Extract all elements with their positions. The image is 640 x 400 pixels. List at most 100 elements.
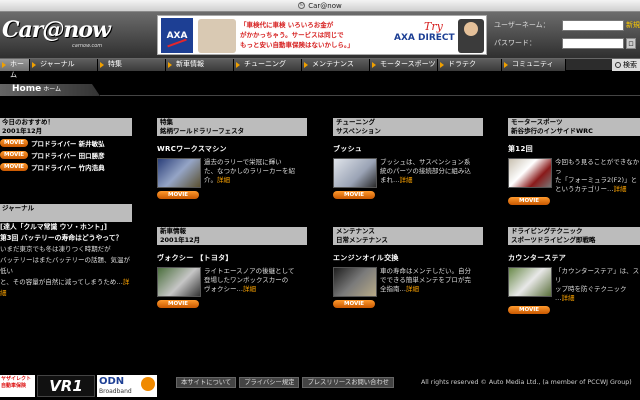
section-motorsports: モータースポーツ 新谷歩行のインサイドWRC 第12回 今回もう見ることができな… (508, 118, 640, 205)
summary-line: というカテゴリー…詳細 (555, 185, 640, 194)
section-newcars: 新車情報 2001年12月 ヴォクシー 【トヨタ】 ライトエースノアの後継として… (157, 227, 307, 308)
movie-button[interactable]: MOVIE (157, 300, 199, 308)
odn-swirl-icon (141, 377, 155, 391)
banner-line: 「車検代に車検 いろいろお金が (240, 21, 334, 29)
article-thumbnail[interactable] (157, 158, 201, 188)
article-title[interactable]: ブッシュ (333, 144, 483, 154)
movie-button[interactable]: MOVIE (157, 191, 199, 199)
tab-journal[interactable]: ジャーナル (30, 59, 98, 71)
detail-link[interactable]: 詳細 (614, 185, 627, 193)
site-header: Car@now carnow.com AXA 「車検代に車検 いろいろお金が が… (0, 12, 640, 58)
article-thumbnail[interactable] (508, 267, 552, 297)
detail-link[interactable]: 詳細 (243, 285, 256, 293)
journal-subtitle[interactable]: 第3回 バッテリーの寿命はどうやって？ (0, 233, 132, 244)
detail-link[interactable]: 詳細 (406, 285, 419, 293)
section-category: モータースポーツ (511, 118, 563, 126)
detail-link[interactable]: 詳細 (562, 294, 575, 302)
recommend-item[interactable]: MOVIE プロドライバー 新井敏弘 (0, 138, 132, 148)
summary-line: ヴォクシー…詳細 (204, 285, 294, 294)
window-title: Car@now (308, 1, 342, 10)
tab-maintenance[interactable]: メンテナンス (302, 59, 370, 71)
footer-link-press[interactable]: プレスリリースお問い合わせ (302, 377, 394, 388)
section-maintenance: メンテナンス 日常メンテナンス エンジンオイル交換 車の寿命はメンテしだい。自分… (333, 227, 483, 308)
recommend-title: 今日のおすすめ！ (2, 118, 54, 126)
journal-title[interactable]: [達人「クルマ常識 ウソ・ホント」] (0, 222, 132, 233)
tab-home[interactable]: ホーム (0, 59, 30, 79)
footer-link-privacy[interactable]: プライバシー規定 (239, 377, 300, 388)
sponsor-logo-vr1[interactable]: VR1 (37, 375, 95, 397)
tab-feature[interactable]: 特集 (98, 59, 166, 71)
movie-button[interactable]: MOVIE (333, 300, 375, 308)
footer-link-about[interactable]: 本サイトについて (176, 377, 237, 388)
article-summary: 車の寿命はメンテしだい。自分 でできる簡単メンテをプロが完 全指南…詳細 (380, 267, 471, 297)
detail-link[interactable]: 詳細 (400, 176, 413, 184)
main-nav: ホーム ジャーナル 特集 新車情報 チューニング メンテナンス モータースポーツ… (0, 58, 640, 79)
summary-line-text: まれ… (380, 176, 400, 184)
section-drivetech: ドライビングテクニック スポーツドライビング即戦略 カウンターステア 「カウンタ… (508, 227, 640, 314)
section-header: 新車情報 2001年12月 (157, 227, 307, 245)
login-button[interactable]: ロ (626, 37, 636, 49)
ad-banner[interactable]: AXA 「車検代に車検 いろいろお金が がかかっちゃう。サービスは同じで もっと… (157, 15, 487, 55)
section-tuning: チューニング サスペンション ブッシュ ブッシュは、サスペンション系 統のパーツ… (333, 118, 483, 199)
site-footer: ヤザイレクト自動車保険 VR1 ODN Broadband 本サイトについて プ… (0, 372, 640, 400)
detail-link[interactable]: 詳細 (217, 176, 230, 184)
summary-line: でできる簡単メンテをプロが完 (380, 276, 471, 284)
tab-community[interactable]: コミュニティ (502, 59, 566, 71)
sponsor-logo-odn[interactable]: ODN Broadband (97, 375, 157, 397)
article-title[interactable]: カウンターステア (508, 253, 640, 263)
tab-drivetech[interactable]: ドラテク (438, 59, 502, 71)
movie-button[interactable]: MOVIE (508, 197, 550, 205)
journal-header-title: ジャーナル (2, 204, 35, 212)
banner-line: もっと安い自動車保険はないかしら。」 (240, 41, 354, 49)
username-input[interactable] (562, 19, 624, 31)
recommend-link[interactable]: プロドライバー 新井敏弘 (31, 138, 105, 148)
tab-label: ドラテク (448, 60, 476, 68)
banner-copy: 「車検代に車検 いろいろお金が がかかっちゃう。サービスは同じで もっと安い自動… (240, 20, 390, 50)
tab-arrow-icon (304, 62, 308, 68)
journal-line: と、その容量が自然に減ってしまうため…詳細 (0, 277, 132, 299)
section-header: ドライビングテクニック スポーツドライビング即戦略 (508, 227, 640, 245)
search-button[interactable]: 検索 (612, 59, 640, 71)
summary-line: 統のパーツの接続部分に組み込 (380, 167, 471, 175)
page-title: Home ホーム (12, 84, 61, 94)
movie-button[interactable]: MOVIE (333, 191, 375, 199)
site-logo[interactable]: Car@now carnow.com (0, 17, 128, 53)
username-label: ユーザーネーム： (494, 21, 550, 29)
movie-button[interactable]: MOVIE (0, 163, 28, 171)
tab-motorsports[interactable]: モータースポーツ (370, 59, 438, 71)
recommend-header: 今日のおすすめ！ 2001年12月 (0, 118, 132, 136)
tab-arrow-icon (504, 62, 508, 68)
movie-button[interactable]: MOVIE (0, 139, 28, 147)
article-thumbnail[interactable] (333, 158, 377, 188)
sponsor-logo-insurance[interactable]: ヤザイレクト自動車保険 (0, 375, 35, 397)
section-category: 特集 (160, 118, 173, 126)
movie-button[interactable]: MOVIE (0, 151, 28, 159)
article: ブッシュは、サスペンション系 統のパーツの接続部分に組み込 まれ…詳細 (333, 158, 483, 188)
article: 車の寿命はメンテしだい。自分 でできる簡単メンテをプロが完 全指南…詳細 (333, 267, 483, 297)
recommend-item[interactable]: MOVIE プロドライバー 竹内浩典 (0, 162, 132, 172)
summary-line: ライトエースノアの後継として (204, 267, 295, 275)
article-title[interactable]: 第12回 (508, 144, 640, 154)
movie-button[interactable]: MOVIE (508, 306, 550, 314)
recommend-link[interactable]: プロドライバー 田口勝彦 (31, 150, 105, 160)
article-thumbnail[interactable] (333, 267, 377, 297)
article-summary: 「カウンターステア」は、スリ ップ時を防ぐテクニック …詳細 (555, 267, 640, 303)
recommend-link[interactable]: プロドライバー 竹内浩典 (31, 162, 105, 172)
tab-tuning[interactable]: チューニング (234, 59, 302, 71)
article-thumbnail[interactable] (508, 158, 552, 188)
article-title[interactable]: エンジンオイル交換 (333, 253, 483, 263)
article-title[interactable]: WRCワークスマシン (157, 144, 307, 154)
password-input[interactable] (562, 37, 624, 49)
tab-label: コミュニティ (512, 60, 554, 68)
tab-label: ジャーナル (40, 60, 75, 68)
article-thumbnail[interactable] (157, 267, 201, 297)
recommend-item[interactable]: MOVIE プロドライバー 田口勝彦 (0, 150, 132, 160)
tab-newcars[interactable]: 新車情報 (166, 59, 234, 71)
recommend-date: 2001年12月 (2, 127, 43, 135)
tab-arrow-icon (32, 62, 36, 68)
tab-arrow-icon (2, 62, 6, 68)
signup-link[interactable]: 新規 (626, 20, 640, 30)
article-title[interactable]: ヴォクシー 【トヨタ】 (157, 253, 307, 263)
tab-arrow-icon (372, 62, 376, 68)
axa-logo: AXA (161, 18, 193, 53)
